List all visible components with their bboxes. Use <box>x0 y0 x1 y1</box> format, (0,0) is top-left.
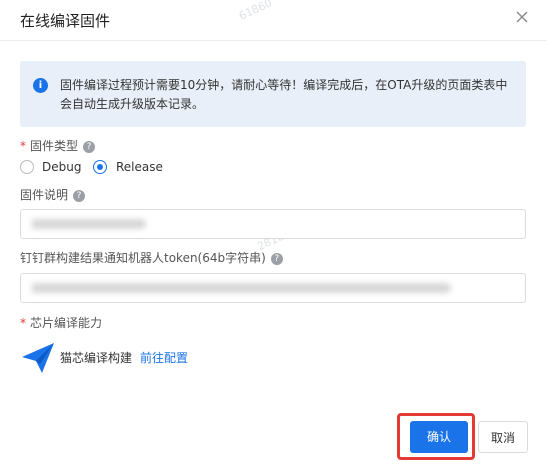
firmware-desc-label: 固件说明? <box>20 186 86 203</box>
radio-release-label[interactable]: Release <box>116 160 163 175</box>
radio-debug[interactable] <box>20 160 34 174</box>
watermark: 61860 <box>236 0 275 23</box>
firmware-desc-label-text: 固件说明 <box>20 188 69 202</box>
dingtalk-token-label: 钉钉群构建结果通知机器人token(64b字符串)? <box>20 249 283 266</box>
radio-debug-label[interactable]: Debug <box>42 160 81 175</box>
help-icon[interactable]: ? <box>83 140 96 153</box>
radio-release[interactable] <box>93 160 107 174</box>
paper-plane-icon <box>20 340 56 376</box>
title-divider <box>0 40 547 41</box>
redacted-text <box>31 219 146 229</box>
help-icon[interactable]: ? <box>270 252 283 265</box>
firmware-type-label: * 固件类型? <box>20 137 96 154</box>
info-alert: i 固件编译过程预计需要10分钟，请耐心等待！编译完成后，在OTA升级的页面类表… <box>20 61 526 127</box>
required-mark: * <box>20 316 26 330</box>
compile-firmware-dialog: 在线编译固件 61860 281860 i 固件编译过程预计需要10分钟，请耐心… <box>0 0 547 471</box>
chip-capability-label-text: 芯片编译能力 <box>30 316 103 330</box>
dingtalk-token-label-text: 钉钉群构建结果通知机器人token(64b字符串) <box>20 251 266 265</box>
dingtalk-token-input[interactable] <box>20 273 526 303</box>
chip-capability-label: * 芯片编译能力 <box>20 314 102 331</box>
firmware-type-label-text: 固件类型 <box>30 139 79 153</box>
help-icon[interactable]: ? <box>73 189 86 202</box>
close-icon[interactable] <box>514 9 530 25</box>
goto-config-link[interactable]: 前往配置 <box>140 349 188 366</box>
required-mark: * <box>20 139 26 153</box>
info-icon: i <box>33 78 48 93</box>
firmware-desc-input[interactable] <box>20 209 526 239</box>
chip-capability-name: 猫芯编译构建 <box>60 351 133 365</box>
redacted-text <box>31 283 451 293</box>
alert-text: 固件编译过程预计需要10分钟，请耐心等待！编译完成后，在OTA升级的页面类表中会… <box>60 78 508 111</box>
dialog-title: 在线编译固件 <box>20 12 111 30</box>
cancel-button[interactable]: 取消 <box>478 421 528 453</box>
confirm-button[interactable]: 确认 <box>410 421 468 453</box>
